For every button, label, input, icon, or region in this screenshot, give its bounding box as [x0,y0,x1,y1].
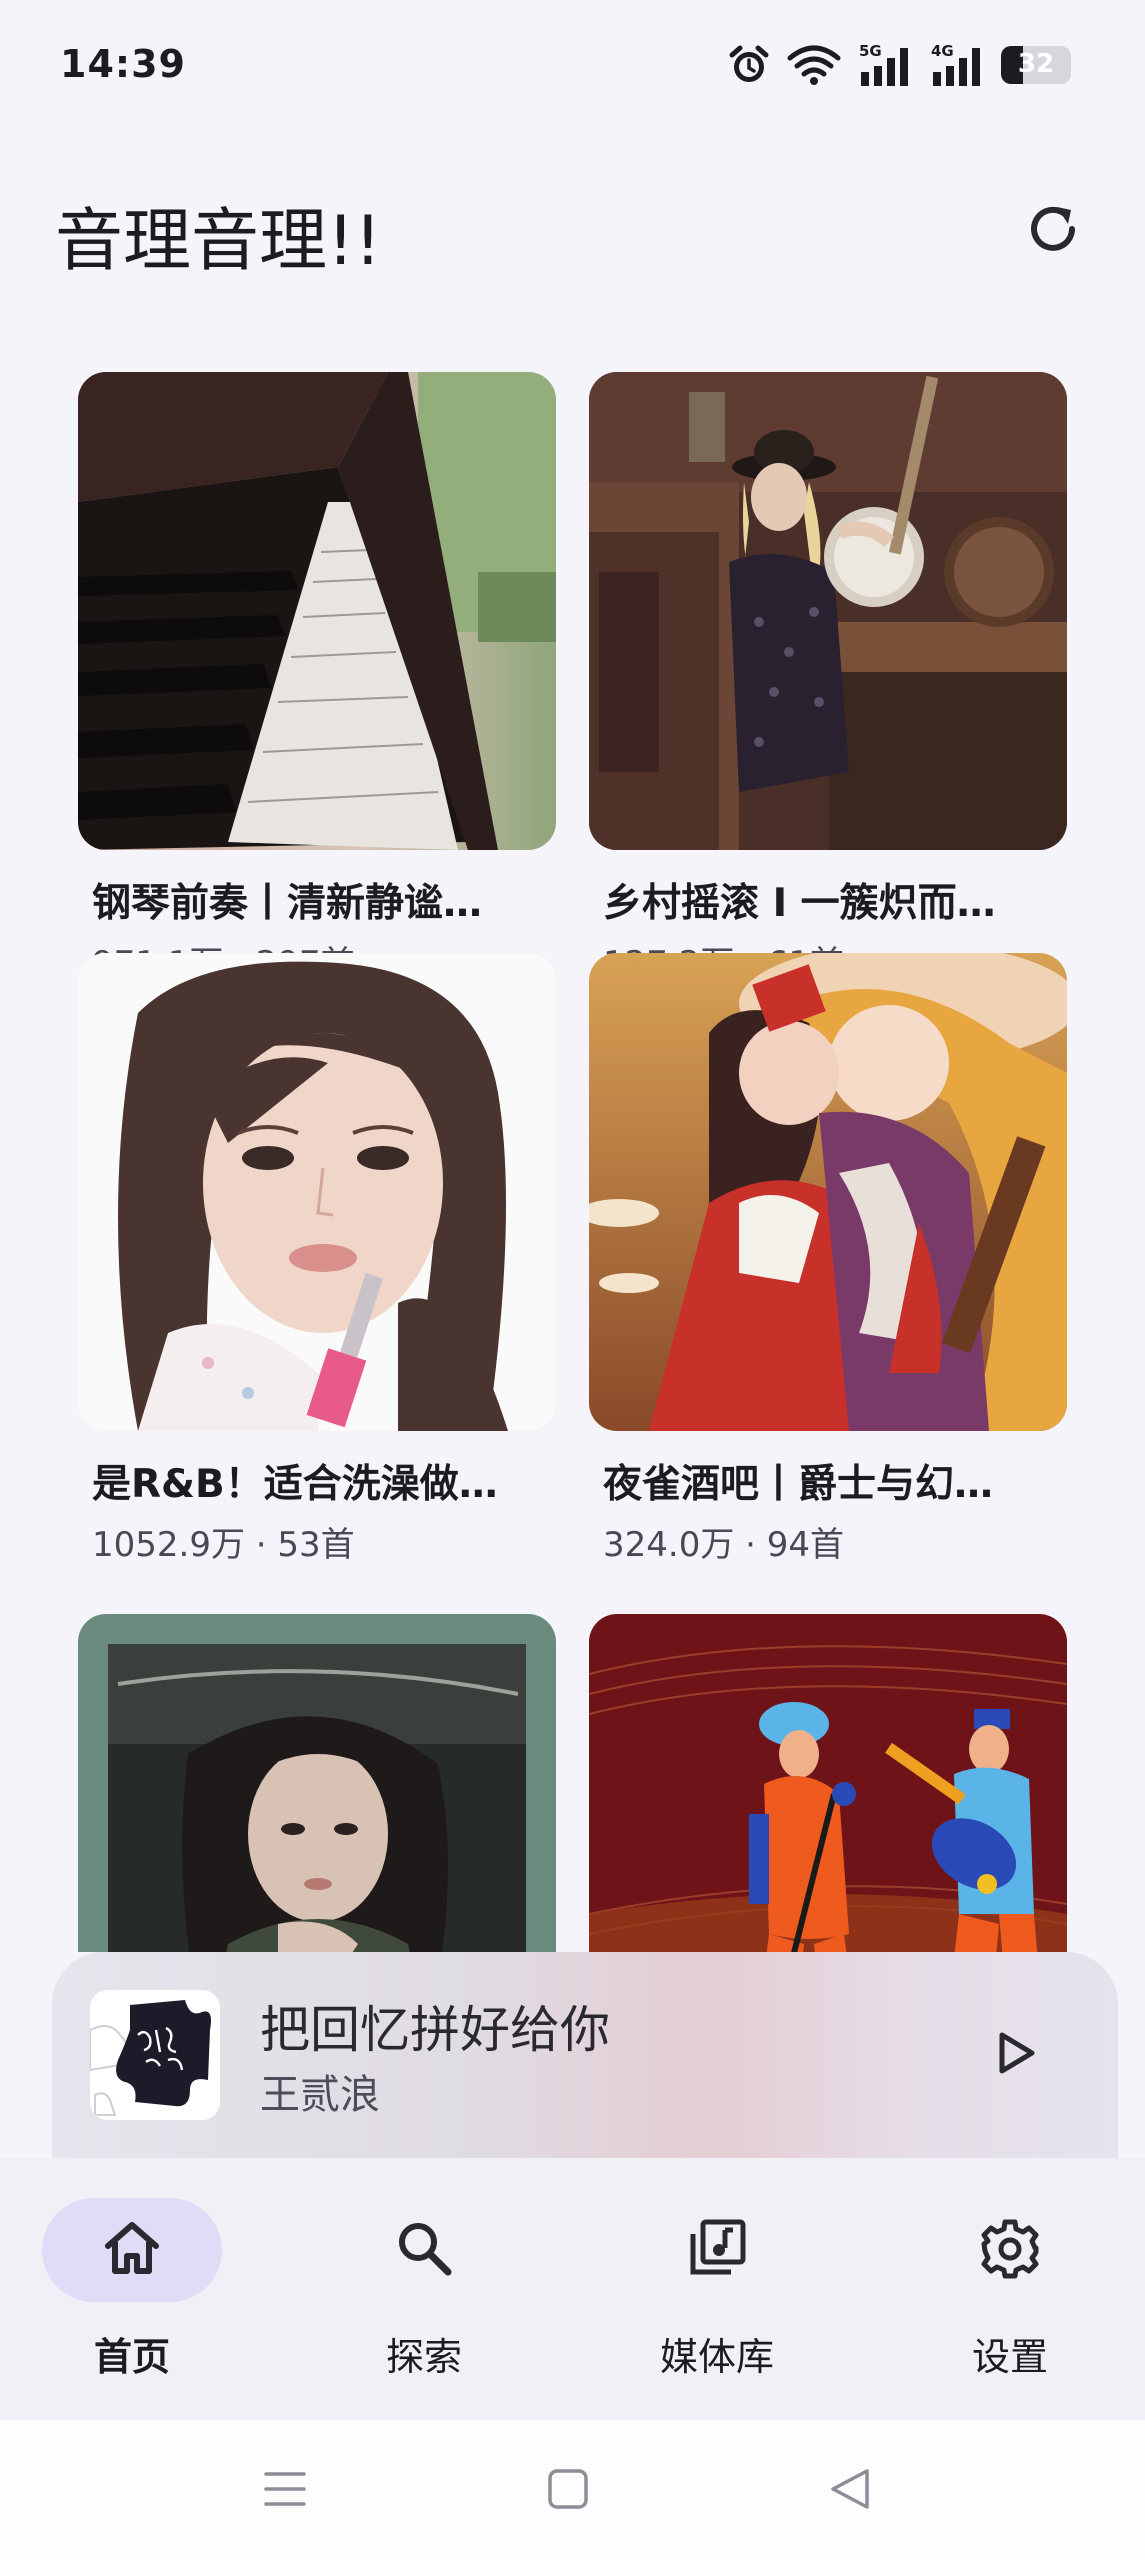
nav-pill [42,2198,222,2302]
playlist-title: 夜雀酒吧丨爵士与幻… [603,1462,994,1507]
puzzle-cover-image [90,1990,220,2120]
system-home-button[interactable] [533,2456,603,2526]
battery-level: 32 [1017,49,1055,79]
playlist-title: 是R&B！适合洗澡做… [92,1462,498,1507]
system-menu-button[interactable] [250,2456,320,2526]
network-label-2: 4G [931,42,954,60]
nav-item-library[interactable]: 媒体库 [617,2198,817,2398]
nav-pill [334,2198,514,2302]
playlist-meta: 1052.9万 · 53首 [92,1525,355,1565]
playlist-meta: 324.0万 · 94首 [603,1525,845,1565]
nav-pill [920,2198,1100,2302]
now-playing-bar[interactable]: 把回忆拼好给你 王贰浪 [52,1952,1118,2158]
playlist-card[interactable]: 夜雀酒吧丨爵士与幻… 324.0万 · 94首 [589,953,1067,1566]
nav-item-home[interactable]: 首页 [32,2198,232,2398]
nav-label-home: 首页 [93,2335,170,2379]
play-button[interactable] [972,2012,1058,2098]
search-icon [392,2216,456,2284]
nav-pill [627,2198,807,2302]
playlist-cover [78,1614,556,1952]
playlist-title: 乡村摇滚 I 一簇炽而… [603,881,996,926]
alarm-icon [727,43,771,87]
network-label-1: 5G [859,42,882,60]
playlist-cover [78,372,556,850]
playlist-card[interactable] [78,1614,556,1952]
nav-item-explore[interactable]: 探索 [324,2198,524,2398]
system-back-button[interactable] [815,2456,885,2526]
framed-portrait-cover-image [78,1614,556,1952]
bottom-navigation: 首页 探索 媒体库 设置 [0,2158,1145,2420]
nav-label-settings: 设置 [971,2335,1048,2379]
now-playing-artist: 王贰浪 [260,2072,380,2118]
anime-cover-image [589,953,1067,1431]
status-icons: 5G 4G 32 [727,40,1071,90]
gear-icon [978,2216,1042,2284]
playlist-cover [589,372,1067,850]
system-navigation-bar [0,2420,1145,2560]
portrait-cover-image [78,953,556,1431]
playlist-card[interactable] [589,1614,1067,1952]
refresh-icon [1022,198,1084,264]
back-triangle-icon [827,2466,873,2516]
playlist-card[interactable]: 是R&B！适合洗澡做… 1052.9万 · 53首 [78,953,556,1566]
playlist-card[interactable]: 钢琴前奏丨清新静谧… 971.1万 · 297首 [78,372,556,985]
musicians-cover-image [589,1614,1067,1952]
nav-label-explore: 探索 [385,2335,462,2379]
playlist-cover [589,953,1067,1431]
piano-cover-image [78,372,556,850]
playlist-cover [78,953,556,1431]
now-playing-title: 把回忆拼好给你 [260,2001,610,2059]
nav-label-library: 媒体库 [659,2335,774,2379]
nav-item-settings[interactable]: 设置 [910,2198,1110,2398]
playlist-grid[interactable]: 钢琴前奏丨清新静谧… 971.1万 · 297首 [0,372,1145,1952]
signal-4g-icon: 4G [929,42,985,88]
wifi-icon [787,44,841,86]
playlist-card[interactable]: 乡村摇滚 I 一簇炽而… 127.2万 · 61首 [589,372,1067,985]
refresh-button[interactable] [1018,196,1088,266]
page-title: 音理音理!! [55,202,382,281]
square-icon [545,2466,591,2516]
play-icon [990,2028,1040,2082]
battery-icon: 32 [1001,46,1071,84]
playlist-title: 钢琴前奏丨清新静谧… [92,881,483,926]
library-icon [685,2216,749,2284]
status-time: 14:39 [60,42,186,86]
banjo-cover-image [589,372,1067,850]
menu-icon [262,2466,308,2516]
status-bar: 14:39 5G 4G 32 [0,0,1145,130]
signal-5g-icon: 5G [857,42,913,88]
home-icon [100,2216,164,2284]
now-playing-cover [90,1990,220,2120]
playlist-cover [589,1614,1067,1952]
